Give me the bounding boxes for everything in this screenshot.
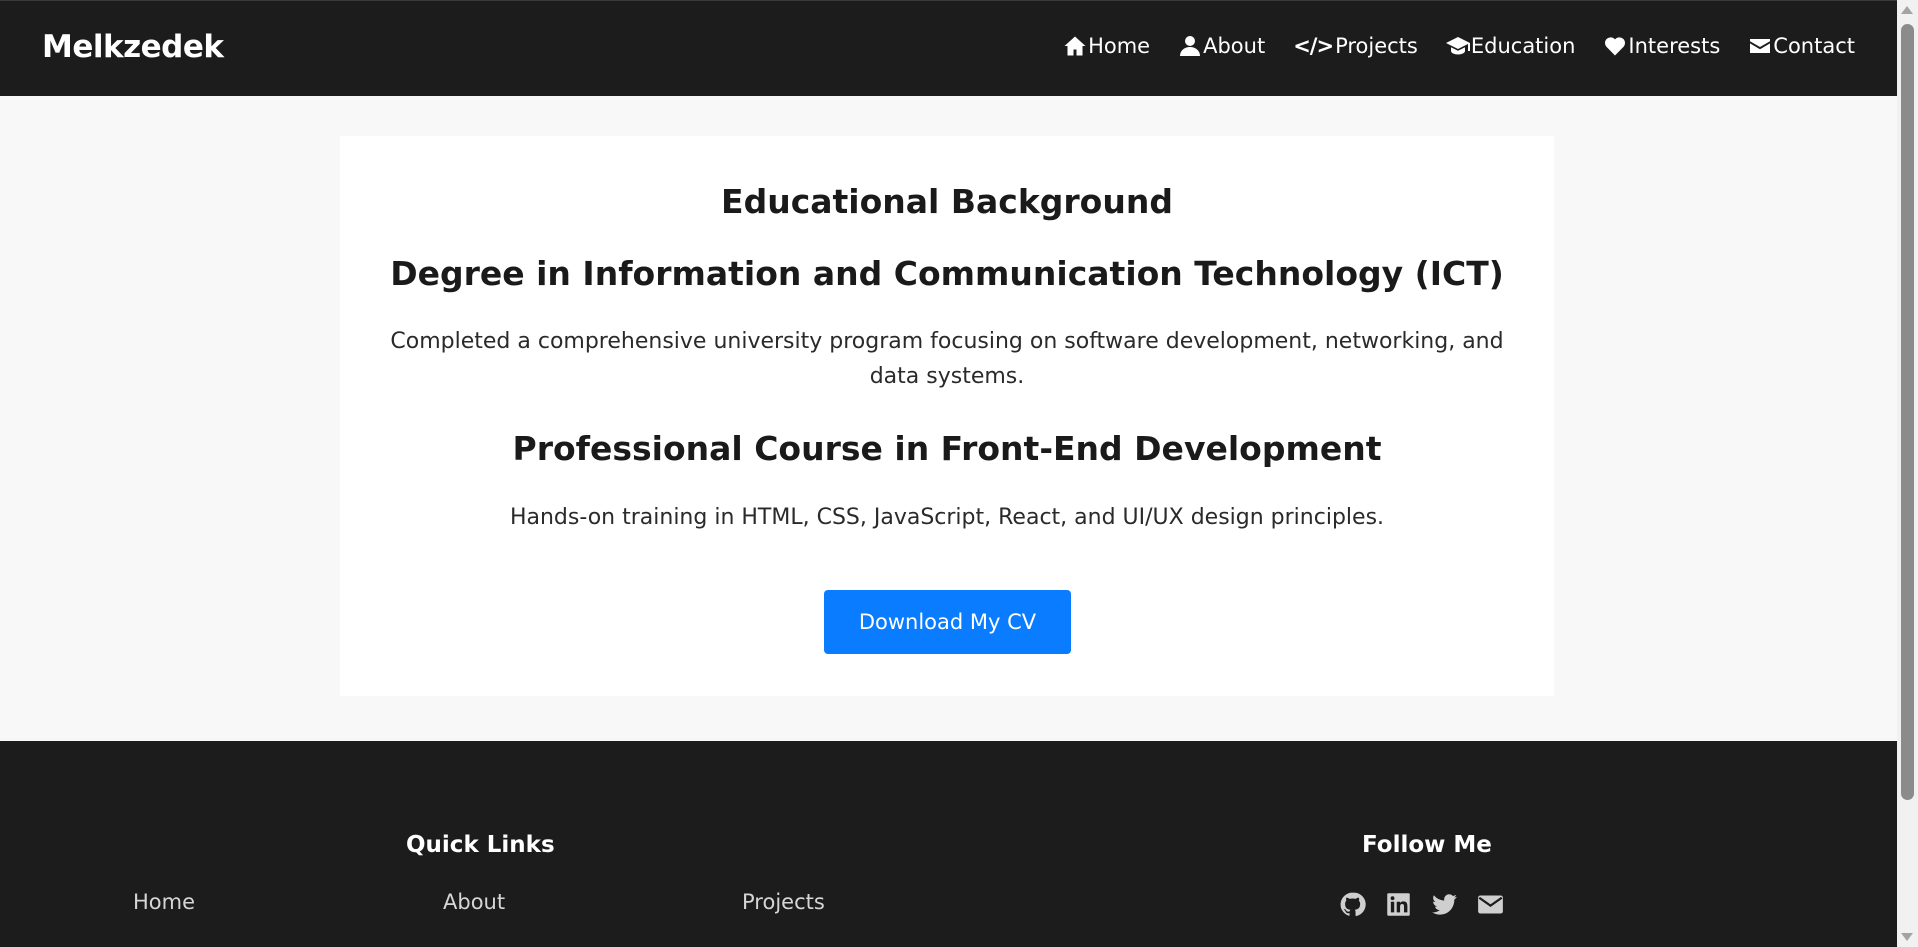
education-section: Educational Background Degree in Informa… <box>0 96 1897 741</box>
quick-links-title: Quick Links <box>406 832 555 858</box>
github-icon <box>1340 892 1366 916</box>
social-links <box>1339 891 1504 918</box>
nav-about-label: About <box>1203 34 1266 58</box>
email-link[interactable] <box>1477 891 1504 918</box>
vertical-scrollbar[interactable] <box>1897 0 1918 947</box>
graduation-cap-icon <box>1445 37 1470 55</box>
nav-interests[interactable]: Interests <box>1603 34 1720 58</box>
follow-me-title: Follow Me <box>1362 832 1492 858</box>
nav-contact-label: Contact <box>1773 34 1855 58</box>
course-title: Professional Course in Front-End Develop… <box>512 429 1382 468</box>
nav-contact[interactable]: Contact <box>1748 34 1855 58</box>
degree-title: Degree in Information and Communication … <box>390 254 1504 293</box>
nav-home-label: Home <box>1088 34 1151 58</box>
nav-projects[interactable]: </> Projects <box>1293 34 1418 58</box>
github-link[interactable] <box>1339 891 1366 918</box>
scroll-up-arrow[interactable] <box>1901 6 1913 14</box>
envelope-icon <box>1750 39 1771 53</box>
nav-projects-label: Projects <box>1335 34 1418 58</box>
page: Melkzedek Home About </> Projects Educat… <box>0 0 1897 947</box>
main-nav: Home About </> Projects Education Intere… <box>1063 34 1855 58</box>
heart-icon <box>1605 37 1626 56</box>
user-icon <box>1180 36 1201 56</box>
download-cv-button[interactable]: Download My CV <box>824 590 1071 654</box>
scroll-down-arrow[interactable] <box>1901 933 1913 941</box>
twitter-icon <box>1432 894 1457 915</box>
education-card: Educational Background Degree in Informa… <box>340 136 1554 696</box>
linkedin-icon <box>1387 893 1410 916</box>
nav-home[interactable]: Home <box>1063 34 1150 58</box>
twitter-link[interactable] <box>1431 891 1458 918</box>
linkedin-link[interactable] <box>1385 891 1412 918</box>
course-description: Hands-on training in HTML, CSS, JavaScri… <box>509 505 1385 530</box>
nav-interests-label: Interests <box>1628 34 1721 58</box>
nav-about[interactable]: About <box>1178 34 1265 58</box>
footer-link-about[interactable]: About <box>443 890 505 914</box>
footer-link-home[interactable]: Home <box>133 890 195 914</box>
envelope-icon <box>1478 895 1503 914</box>
navbar: Melkzedek Home About </> Projects Educat… <box>0 0 1897 96</box>
section-title: Educational Background <box>721 182 1173 221</box>
footer: Quick Links Home About Projects Follow M… <box>0 741 1897 947</box>
nav-education-label: Education <box>1470 34 1576 58</box>
code-icon: </> <box>1293 34 1334 58</box>
home-icon <box>1064 36 1086 56</box>
brand-logo[interactable]: Melkzedek <box>42 29 224 65</box>
nav-education[interactable]: Education <box>1445 34 1576 58</box>
degree-description: Completed a comprehensive university pro… <box>390 329 1504 389</box>
scrollbar-thumb[interactable] <box>1901 24 1914 800</box>
footer-link-projects[interactable]: Projects <box>742 890 825 914</box>
